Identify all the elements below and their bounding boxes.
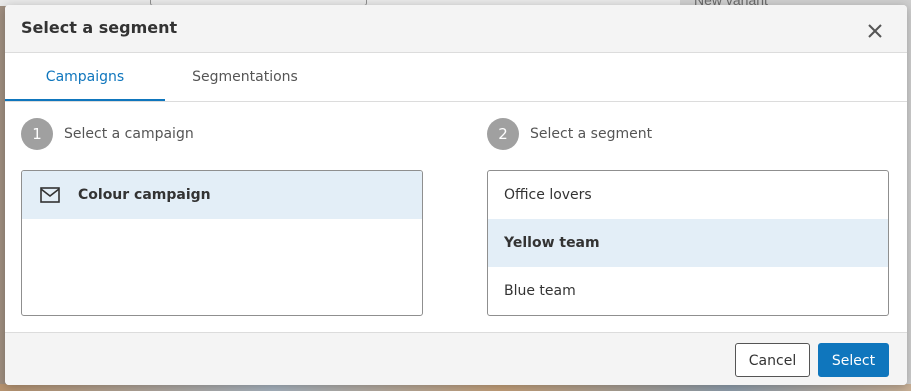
select-segment-dialog: Select a segment Campaigns Segmentations… bbox=[5, 5, 907, 385]
segment-list: Office lovers Yellow team Blue team bbox=[487, 170, 889, 316]
tab-segmentations[interactable]: Segmentations bbox=[165, 53, 325, 101]
step-1-number: 1 bbox=[21, 118, 53, 150]
campaign-list: Colour campaign bbox=[21, 170, 423, 316]
tab-campaigns[interactable]: Campaigns bbox=[5, 53, 165, 101]
dialog-title: Select a segment bbox=[21, 18, 178, 37]
close-icon bbox=[868, 24, 882, 38]
segment-item-yellow-team[interactable]: Yellow team bbox=[488, 219, 888, 267]
mail-icon bbox=[40, 187, 60, 203]
campaign-item-label: Colour campaign bbox=[78, 187, 211, 203]
segment-item-label: Blue team bbox=[504, 283, 576, 299]
campaign-item-colour-campaign[interactable]: Colour campaign bbox=[22, 171, 422, 219]
close-button[interactable] bbox=[863, 19, 887, 43]
step-2: 2 Select a segment bbox=[487, 118, 652, 150]
segment-item-blue-team[interactable]: Blue team bbox=[488, 267, 888, 315]
dialog-footer: Cancel Select bbox=[5, 332, 907, 385]
dialog-tabs: Campaigns Segmentations bbox=[5, 53, 907, 102]
cancel-button[interactable]: Cancel bbox=[735, 343, 810, 377]
step-1-label: Select a campaign bbox=[64, 126, 194, 142]
background-bottom-strip bbox=[0, 384, 911, 391]
segment-item-office-lovers[interactable]: Office lovers bbox=[488, 171, 888, 219]
segment-item-label: Yellow team bbox=[504, 235, 600, 251]
step-2-label: Select a segment bbox=[530, 126, 653, 142]
step-1: 1 Select a campaign bbox=[21, 118, 194, 150]
step-2-number: 2 bbox=[487, 118, 519, 150]
select-button[interactable]: Select bbox=[818, 343, 889, 377]
dialog-header: Select a segment bbox=[5, 5, 907, 53]
segment-item-label: Office lovers bbox=[504, 187, 592, 203]
